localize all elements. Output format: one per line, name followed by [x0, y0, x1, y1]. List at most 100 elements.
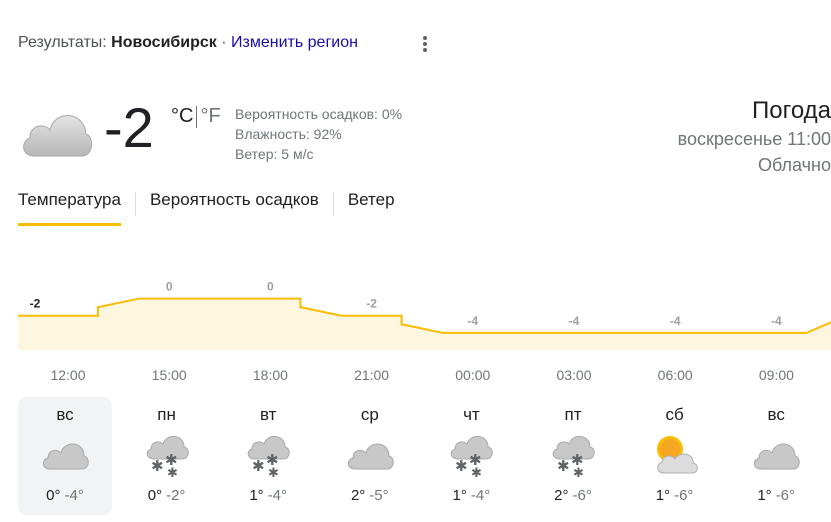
chart-value-label: 0 [166, 280, 173, 294]
day-high: 1° [249, 487, 264, 504]
current-temperature: -2 [104, 96, 154, 159]
day-low: -2° [166, 487, 186, 504]
time-tick-label: 15:00 [152, 367, 187, 383]
day-low: -4° [267, 487, 288, 504]
snow-icon: ✱ ✱ ✱ [548, 433, 598, 481]
cloud-icon [40, 433, 90, 477]
day-name: пн [157, 405, 176, 424]
svg-text:✱: ✱ [167, 466, 178, 477]
weather-tabs: Температура Вероятность осадков Ветер [18, 190, 409, 226]
weather-title: Погода [752, 97, 831, 124]
day-card-3[interactable]: ср 2° -5° [323, 397, 417, 515]
day-high: 2° [350, 487, 366, 504]
results-header: Результаты: Новосибирск · Изменить регио… [18, 34, 358, 52]
precipitation-text: Вероятность осадков: 0% [235, 106, 403, 122]
svg-text:✱: ✱ [471, 466, 482, 477]
snow-icon: ✱ ✱ ✱ [446, 433, 496, 481]
day-card-7[interactable]: вс 1° -6° [729, 397, 823, 515]
day-temps: 0° -4° [18, 487, 112, 504]
day-high: 1° [757, 487, 772, 504]
time-tick-label: 09:00 [759, 367, 794, 383]
results-prefix: Результаты: [18, 34, 112, 51]
day-temps: 0° -2° [120, 487, 214, 504]
day-low: -6° [674, 487, 694, 504]
day-name: пт [564, 405, 582, 424]
day-name: чт [463, 405, 480, 424]
day-low: -6° [572, 487, 592, 504]
svg-text:✱: ✱ [252, 457, 265, 475]
day-card-5[interactable]: пт ✱ ✱ ✱ 2° -6° [526, 397, 620, 515]
time-tick-label: 21:00 [354, 367, 389, 383]
more-options-icon[interactable] [414, 34, 436, 56]
time-tick-label: 06:00 [658, 367, 693, 383]
day-temps: 2° -5° [323, 487, 417, 504]
svg-text:✱: ✱ [557, 457, 570, 475]
fahrenheit-toggle[interactable]: °F [200, 105, 220, 127]
unit-toggle: °C °F [171, 105, 221, 128]
svg-text:✱: ✱ [573, 466, 584, 477]
day-temps: 1° -4° [221, 487, 315, 504]
day-high: 1° [452, 487, 467, 504]
partly-sunny-icon [650, 433, 700, 477]
day-temps: 1° -6° [628, 487, 722, 504]
tab-divider [134, 192, 136, 216]
chart-value-label: -4 [670, 314, 681, 328]
day-high: 0° [147, 487, 163, 504]
day-low: -4° [470, 487, 491, 504]
snow-icon: ✱ ✱ ✱ [243, 433, 293, 481]
day-name: вт [259, 405, 277, 424]
change-region-link[interactable]: Изменить регион [231, 34, 358, 51]
day-name: сб [665, 405, 684, 424]
time-tick-label: 00:00 [455, 367, 490, 383]
separator: · [216, 34, 232, 51]
tab-temperature[interactable]: Температура [18, 190, 121, 226]
tab-precipitation[interactable]: Вероятность осадков [150, 190, 319, 226]
chart-value-label: -4 [771, 314, 782, 328]
cloud-icon [345, 433, 395, 477]
temperature-chart: -2 0 0 -2 -4 -4 -4 -4 12:00 15:00 18:00 21:00 00:00 0… [0, 250, 831, 390]
weather-summary: Погода воскресенье 11:00 Облачно [678, 96, 831, 178]
chart-value-label: 0 [267, 280, 274, 294]
chart-value-label: -4 [569, 314, 580, 328]
day-temps: 2° -6° [526, 487, 620, 504]
day-high: 1° [655, 487, 671, 504]
svg-text:✱: ✱ [268, 466, 279, 477]
day-card-1[interactable]: пн ✱ ✱ ✱ 0° -2° [120, 397, 214, 515]
day-card-6[interactable]: сб 1° -6° [628, 397, 722, 515]
day-low: -4° [64, 487, 84, 504]
weather-datetime: воскресенье 11:00 [677, 129, 831, 149]
day-high: 0° [46, 487, 61, 504]
day-high: 2° [554, 487, 569, 504]
tab-wind[interactable]: Ветер [348, 190, 395, 226]
humidity-text: Влажность: 92% [235, 126, 342, 142]
time-tick-label: 12:00 [50, 367, 85, 383]
cloud-icon [18, 100, 94, 162]
time-tick-label: 03:00 [556, 367, 591, 383]
day-card-0[interactable]: вс 0° -4° [18, 397, 112, 515]
svg-text:✱: ✱ [455, 457, 468, 475]
cloud-icon [751, 433, 801, 477]
day-name: ср [360, 405, 379, 424]
day-low: -5° [369, 487, 389, 504]
day-name: вс [56, 405, 74, 424]
time-tick-label: 18:00 [253, 367, 288, 383]
day-card-2[interactable]: вт ✱ ✱ ✱ 1° -4° [221, 397, 315, 515]
snow-icon: ✱ ✱ ✱ [142, 433, 192, 481]
city-name: Новосибирск [111, 34, 217, 51]
daily-forecast: вс 0° -4° пн ✱ ✱ ✱ 0° -2° вт ✱ ✱ ✱ 1° -4° ср 2° -5° чт ✱ ✱ ✱ 1… [18, 397, 831, 517]
chart-value-label: -2 [366, 297, 377, 311]
temperature-area [18, 298, 831, 350]
svg-text:✱: ✱ [151, 457, 164, 475]
chart-value-label: -2 [30, 297, 41, 311]
day-temps: 1° -6° [729, 487, 823, 504]
day-temps: 1° -4° [424, 487, 518, 504]
day-card-4[interactable]: чт ✱ ✱ ✱ 1° -4° [424, 397, 518, 515]
weather-condition: Облачно [758, 155, 831, 175]
day-low: -6° [775, 487, 796, 504]
tab-divider [332, 192, 334, 216]
celsius-toggle[interactable]: °C [171, 105, 193, 127]
wind-text: Ветер: 5 м/с [235, 146, 314, 162]
temperature-chart-svg: -2 0 0 -2 -4 -4 -4 -4 12:00 15:00 18:00 21:00 00:00 0… [18, 280, 831, 383]
chart-value-label: -4 [467, 314, 478, 328]
weather-details: Вероятность осадков: 0% Влажность: 92% В… [235, 104, 402, 164]
